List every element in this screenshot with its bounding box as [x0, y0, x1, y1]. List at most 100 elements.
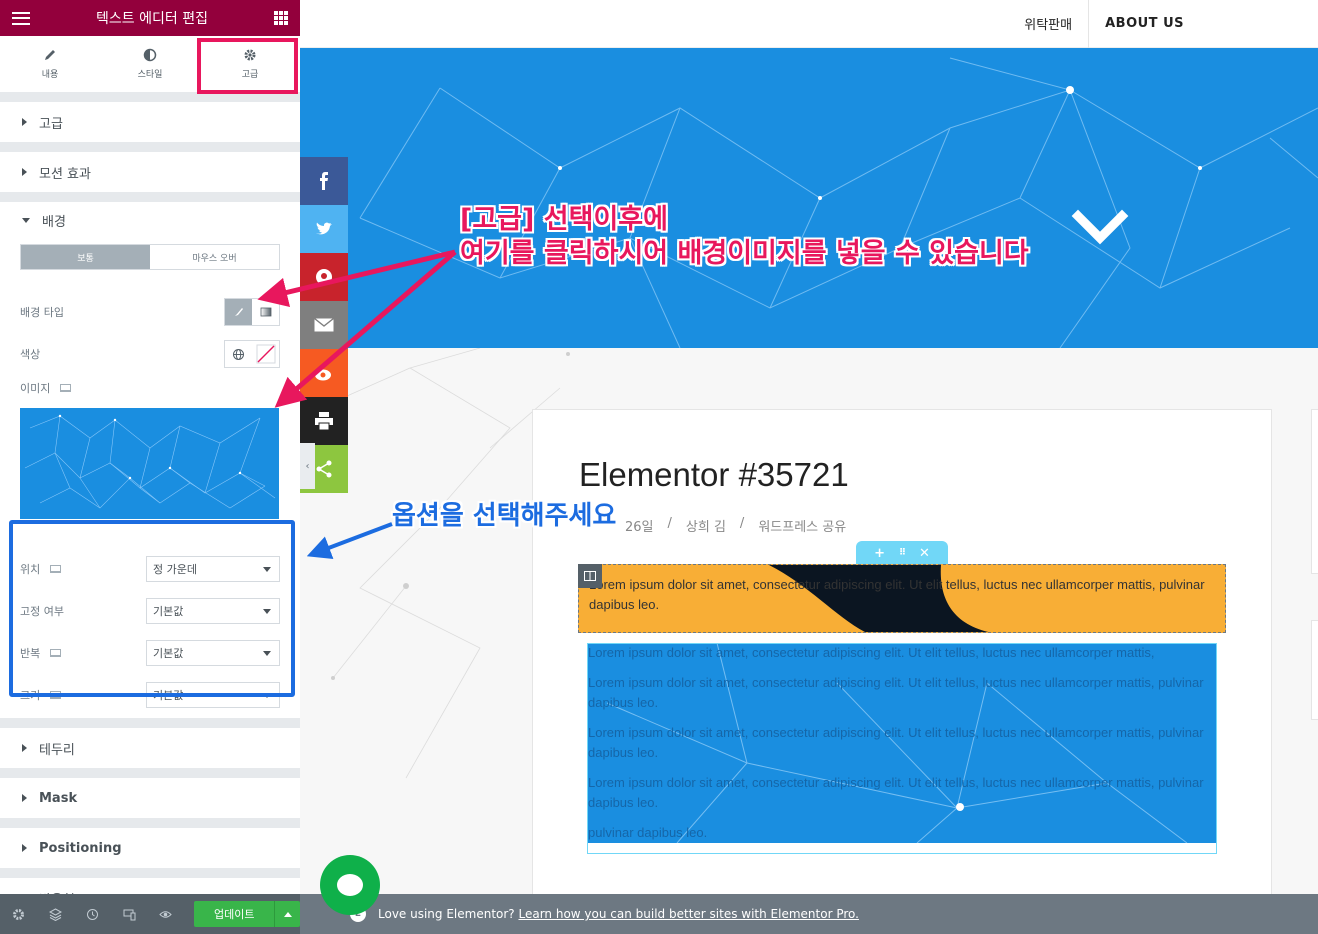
- bg-image-control: 이미지: [20, 380, 280, 396]
- panel-title: 텍스트 에디터 편집: [96, 11, 208, 27]
- bg-size-value: 기본값: [153, 689, 184, 702]
- section-motion-label: 모션 효과: [39, 166, 91, 182]
- add-section-icon[interactable]: +: [874, 546, 885, 561]
- annotation-pink-line2: 여기를 클릭하시어 배경이미지를 넣을 수 있습니다: [460, 238, 1029, 269]
- pinterest-icon[interactable]: [300, 253, 348, 301]
- delete-section-icon[interactable]: ✕: [919, 546, 930, 561]
- dropdown-arrow-icon: [263, 566, 271, 572]
- bg-repeat-select[interactable]: 기본값: [146, 640, 280, 666]
- hamburger-menu-icon[interactable]: [12, 11, 30, 25]
- bg-image-label: 이미지: [20, 382, 51, 395]
- twitter-icon[interactable]: [300, 205, 348, 253]
- email-icon[interactable]: [300, 301, 348, 349]
- post-category[interactable]: 워드프레스 공유: [758, 516, 846, 535]
- gear-icon: [244, 49, 256, 61]
- drag-handle-icon[interactable]: ⠿: [899, 548, 906, 558]
- caret-right-icon: [22, 744, 27, 752]
- orange-section-text: Lorem ipsum dolor sit amet, consectetur …: [589, 577, 1205, 612]
- desktop-icon: [50, 565, 62, 573]
- hero-banner[interactable]: [300, 48, 1318, 348]
- bg-image-label-wrap: 이미지: [20, 380, 72, 396]
- bg-attachment-control: 고정 여부 기본값: [20, 598, 280, 624]
- caret-right-icon: [22, 794, 27, 802]
- collapse-panel-tab[interactable]: ‹: [300, 443, 315, 489]
- bg-type-buttons: [224, 298, 280, 326]
- brush-icon[interactable]: [225, 299, 252, 325]
- post-date: 26일: [625, 520, 654, 535]
- meta-separator: /: [667, 516, 672, 531]
- section-advanced-label: 고급: [39, 116, 63, 132]
- history-icon[interactable]: [74, 894, 111, 934]
- orange-section[interactable]: Lorem ipsum dolor sit amet, consectetur …: [578, 564, 1226, 633]
- weibo-icon[interactable]: [300, 349, 348, 397]
- bg-position-label: 위치: [20, 563, 41, 576]
- bg-attachment-select[interactable]: 기본값: [146, 598, 280, 624]
- bg-type-label: 배경 타입: [20, 306, 64, 319]
- notice-link[interactable]: Learn how you can build better sites wit…: [519, 907, 859, 921]
- facebook-icon[interactable]: [300, 157, 348, 205]
- post-title: Elementor #35721: [579, 456, 849, 493]
- site-navigation: 위탁판매 ABOUT US: [300, 0, 1318, 48]
- paragraph-4: Lorem ipsum dolor sit amet, consectetur …: [588, 775, 1204, 810]
- state-tab-normal[interactable]: 보통: [21, 245, 150, 269]
- section-background-label: 배경: [42, 214, 66, 230]
- section-mask[interactable]: Mask: [0, 778, 300, 818]
- globe-icon[interactable]: [225, 341, 252, 367]
- update-button[interactable]: 업데이트: [194, 901, 275, 927]
- bg-position-select[interactable]: 정 가운데: [146, 556, 280, 582]
- tab-style[interactable]: 스타일: [100, 36, 200, 92]
- nav-item-about[interactable]: ABOUT US: [1089, 0, 1318, 48]
- layers-icon[interactable]: [37, 894, 74, 934]
- desktop-icon: [50, 649, 62, 657]
- section-border[interactable]: 테두리: [0, 728, 300, 768]
- section-edit-bar: + ⠿ ✕: [856, 541, 948, 565]
- panel-tabs: 내용 스타일 고급: [0, 36, 300, 94]
- responsive-mode-icon[interactable]: [111, 894, 148, 934]
- tab-advanced[interactable]: 고급: [200, 36, 300, 92]
- tab-content-label: 내용: [41, 70, 59, 80]
- tab-content[interactable]: 내용: [0, 36, 100, 92]
- paragraph-3: Lorem ipsum dolor sit amet, consectetur …: [588, 725, 1204, 760]
- state-tab-hover[interactable]: 마우스 오버: [150, 245, 279, 269]
- bg-color-label: 색상: [20, 348, 41, 361]
- bg-attachment-label: 고정 여부: [20, 605, 64, 618]
- section-motion[interactable]: 모션 효과: [0, 152, 300, 192]
- print-icon[interactable]: [300, 397, 348, 445]
- chat-bubble-icon[interactable]: [320, 855, 380, 915]
- editor-panel: 텍스트 에디터 편집 내용 스타일 고급 고급 모션 효과 배경 보통 마우스 …: [0, 0, 300, 934]
- section-advanced[interactable]: 고급: [0, 102, 300, 142]
- bg-position-value: 정 가운데: [153, 563, 197, 576]
- update-options-button[interactable]: [274, 901, 300, 927]
- bg-repeat-label-wrap: 반복: [20, 645, 62, 661]
- pencil-icon: [45, 50, 55, 60]
- dropdown-arrow-icon: [263, 608, 271, 614]
- meta-separator: /: [739, 516, 745, 531]
- section-background[interactable]: 배경: [0, 202, 300, 238]
- color-buttons: [224, 340, 280, 368]
- caret-right-icon: [22, 168, 27, 176]
- post-author[interactable]: 상희 김: [686, 516, 726, 535]
- bg-size-select[interactable]: 기본값: [146, 682, 280, 708]
- section-border-label: 테두리: [39, 742, 75, 758]
- column-handle-icon[interactable]: [578, 564, 602, 588]
- desktop-icon: [60, 384, 72, 392]
- gradient-icon[interactable]: [252, 299, 279, 325]
- network-pattern: [24, 414, 276, 509]
- annotation-pink-line1: [고급] 선택이후에: [460, 204, 668, 235]
- bg-size-control: 크기 기본값: [20, 682, 280, 708]
- widgets-grid-icon[interactable]: [273, 11, 288, 25]
- paragraph-1: Lorem ipsum dolor sit amet, consectetur …: [588, 645, 1155, 660]
- caret-up-icon: [283, 911, 292, 917]
- preview-eye-icon[interactable]: [148, 894, 185, 934]
- background-image-preview[interactable]: [20, 408, 279, 519]
- bg-type-control: 배경 타입: [20, 298, 280, 326]
- settings-gear-icon[interactable]: [0, 894, 37, 934]
- annotation-blue-note: 옵션을 선택해주세요: [392, 501, 617, 531]
- color-swatch-empty[interactable]: [252, 341, 279, 367]
- panel-header: 텍스트 에디터 편집: [0, 0, 300, 36]
- section-positioning[interactable]: Positioning: [0, 828, 300, 868]
- paragraph-5: pulvinar dapibus leo.: [588, 825, 708, 840]
- dropdown-arrow-icon: [263, 650, 271, 656]
- text-editor-widget[interactable]: Lorem ipsum dolor sit amet, consectetur …: [587, 643, 1217, 843]
- nav-item-consignment[interactable]: 위탁판매: [1008, 0, 1088, 48]
